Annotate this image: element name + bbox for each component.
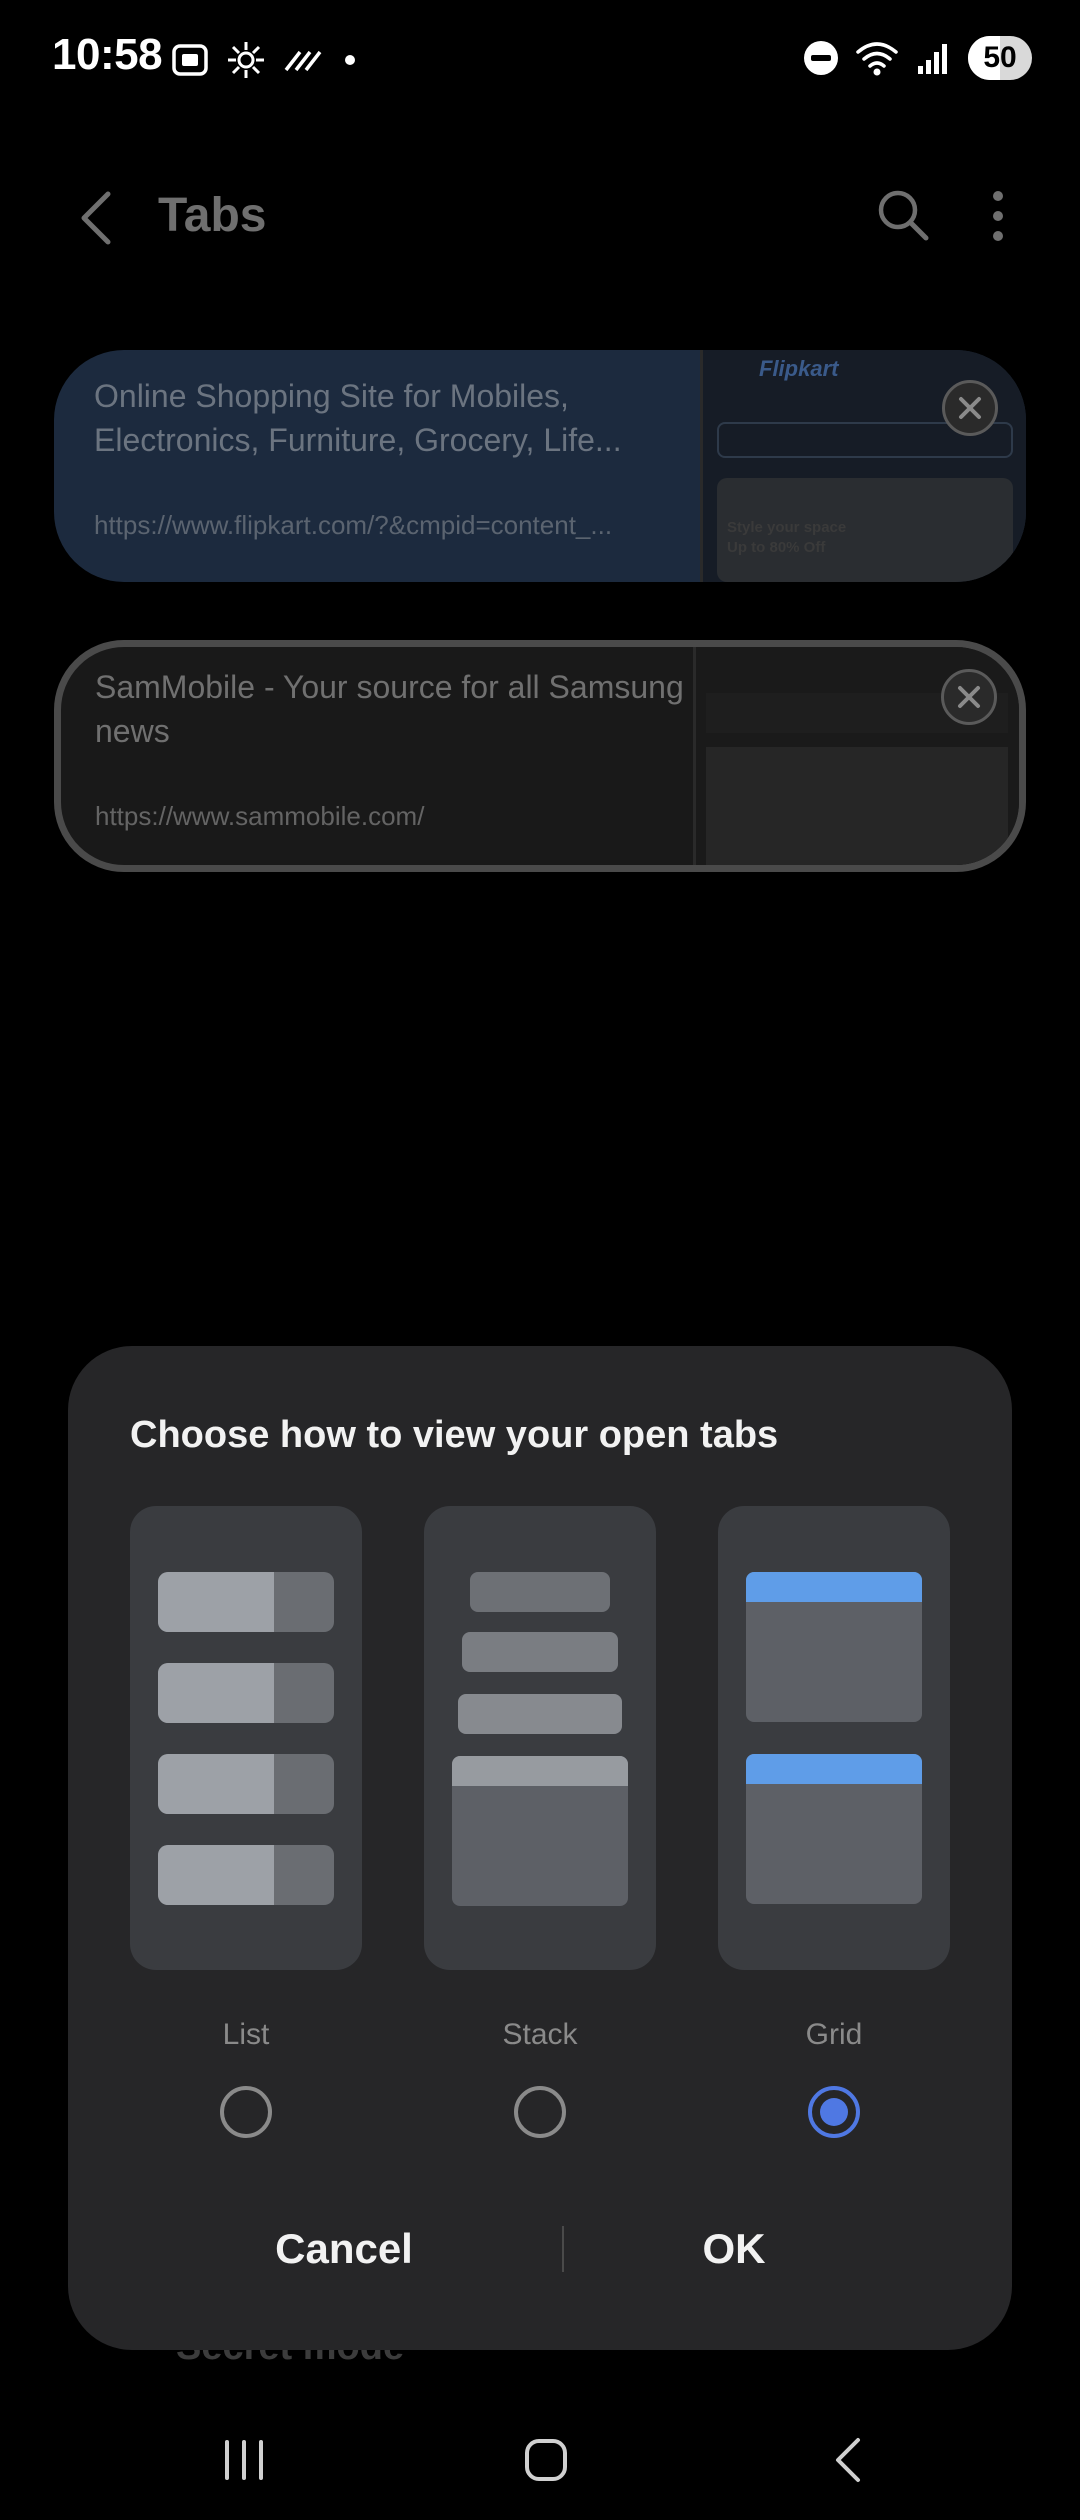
close-tab-button[interactable] <box>941 669 997 725</box>
thumbnail-brand: Flipkart <box>759 356 839 381</box>
option-label: List <box>222 2018 270 2051</box>
list-preview[interactable] <box>130 1506 362 1970</box>
back-icon <box>836 2438 860 2482</box>
view-options: List Stack Grid <box>130 1506 950 2138</box>
list-preview-bar <box>158 1845 334 1905</box>
recents-icon <box>225 2440 263 2480</box>
tab-card[interactable]: SamMobile - Your source for all Samsung … <box>54 640 1026 872</box>
thumbnail-promo: Style your space Up to 80% Off <box>717 478 1013 582</box>
status-system-icons: 50 <box>802 36 1032 80</box>
status-notification-icons <box>170 40 362 80</box>
option-stack[interactable]: Stack <box>424 1506 656 2138</box>
back-button[interactable] <box>808 2420 888 2500</box>
close-tab-button[interactable] <box>942 380 998 436</box>
recents-button[interactable] <box>204 2420 284 2500</box>
grid-preview-card <box>746 1754 922 1904</box>
close-icon <box>958 686 980 708</box>
status-bar: 10:58 50 <box>0 0 1080 120</box>
do-not-disturb-icon <box>804 41 838 75</box>
stack-preview[interactable] <box>424 1506 656 1970</box>
thumbnail-image <box>706 747 1008 865</box>
battery-indicator: 50 <box>968 36 1032 80</box>
chevron-left-icon[interactable] <box>72 188 122 248</box>
radio-grid[interactable] <box>808 2086 860 2138</box>
list-preview-bar <box>158 1572 334 1632</box>
wifi-icon <box>856 42 898 76</box>
option-label: Stack <box>502 2018 578 2051</box>
tab-title: SamMobile - Your source for all Samsung … <box>95 669 684 749</box>
signal-icon <box>918 44 947 74</box>
tab-title: Online Shopping Site for Mobiles, Electr… <box>94 378 622 458</box>
dialog-title: Choose how to view your open tabs <box>130 1414 779 1456</box>
list-preview-bar <box>158 1754 334 1814</box>
app-bar: Tabs <box>0 160 1080 270</box>
option-list[interactable]: List <box>130 1506 362 2138</box>
stack-preview-card <box>462 1632 618 1672</box>
list-preview-bar <box>158 1663 334 1723</box>
close-icon <box>959 397 981 419</box>
tab-url: https://www.sammobile.com/ <box>95 801 425 831</box>
grid-preview[interactable] <box>718 1506 950 1970</box>
tab-url: https://www.flipkart.com/?&cmpid=content… <box>94 510 613 540</box>
page-title: Tabs <box>158 189 267 242</box>
screenshot-icon <box>172 44 208 76</box>
data-saver-icon <box>284 50 322 72</box>
option-grid[interactable]: Grid <box>718 1506 950 2138</box>
home-button[interactable] <box>506 2420 586 2500</box>
tab-card[interactable]: Online Shopping Site for Mobiles, Electr… <box>54 350 1026 582</box>
radio-stack[interactable] <box>514 2086 566 2138</box>
cancel-button[interactable]: Cancel <box>144 2204 544 2294</box>
radio-list[interactable] <box>220 2086 272 2138</box>
notification-dot-icon <box>345 55 355 65</box>
more-vertical-icon[interactable] <box>980 186 1016 246</box>
stack-preview-card <box>458 1694 622 1734</box>
option-label: Grid <box>805 2018 863 2051</box>
status-time: 10:58 <box>52 30 163 79</box>
dialog-actions: Cancel OK <box>68 2204 1012 2294</box>
home-icon <box>525 2439 567 2481</box>
search-icon[interactable] <box>874 186 930 242</box>
ok-button[interactable]: OK <box>534 2204 934 2294</box>
navigation-bar <box>0 2400 1080 2520</box>
grid-preview-card <box>746 1572 922 1722</box>
bixby-routine-icon <box>228 42 264 78</box>
view-mode-dialog: Choose how to view your open tabs List S… <box>68 1346 1012 2350</box>
battery-level: 50 <box>983 41 1017 74</box>
stack-preview-card <box>470 1572 610 1612</box>
stack-preview-card <box>452 1756 628 1906</box>
thumbnail-promo-text: Style your space Up to 80% Off <box>727 519 847 556</box>
